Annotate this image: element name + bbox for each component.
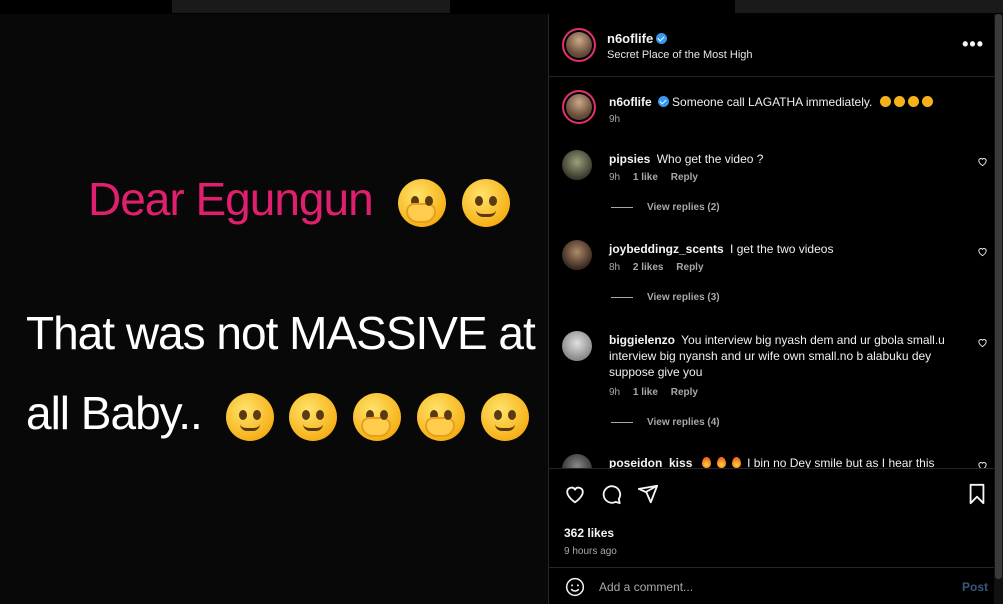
hand-over-mouth-emoji: [353, 392, 402, 441]
post-line-1: Dear Egungun: [88, 173, 374, 225]
author-subtitle[interactable]: Secret Place of the Most High: [607, 49, 753, 61]
view-replies-button[interactable]: View replies (4): [611, 417, 720, 428]
verified-badge-icon: [657, 96, 669, 107]
comment-time: 8h: [609, 262, 621, 273]
emoji-picker-icon[interactable]: [565, 577, 585, 597]
comment-body: poseidon_kiss I bin no Dey smile but as …: [609, 455, 954, 468]
caption-text: Someone call LAGATHA immediately.: [672, 95, 873, 109]
top-strip-segment: [735, 0, 1003, 13]
like-heart-icon[interactable]: [977, 460, 988, 468]
reply-button[interactable]: Reply: [671, 387, 698, 398]
eye-roll-emoji: [225, 392, 274, 441]
caption-meta: 9h: [609, 114, 630, 125]
more-options-button[interactable]: •••: [962, 34, 984, 55]
share-icon[interactable]: [637, 483, 659, 505]
comment-username[interactable]: joybeddingz_scents: [609, 242, 724, 256]
comment-icon[interactable]: [600, 483, 622, 505]
caption-body: n6oflife Someone call LAGATHA immediatel…: [609, 94, 954, 110]
commenter-avatar[interactable]: [562, 331, 592, 361]
comment-username[interactable]: poseidon_kiss: [609, 456, 692, 468]
fire-emoji: [701, 457, 711, 468]
flushed-face-emoji: [289, 392, 338, 441]
author-avatar[interactable]: [562, 90, 596, 124]
post-line-3: all Baby..: [26, 387, 203, 439]
comment-likes[interactable]: 1 like: [633, 172, 658, 183]
fire-emoji: [716, 457, 726, 468]
comment-time: 9h: [609, 172, 621, 183]
bookmark-icon[interactable]: [966, 483, 988, 505]
comment-text: I get the two videos: [730, 242, 834, 256]
view-replies-button[interactable]: View replies (3): [611, 292, 720, 303]
view-replies-button[interactable]: View replies (2): [611, 202, 720, 213]
comment-body: pipsies Who get the video ?: [609, 151, 954, 167]
comment-body: biggielenzo You interview big nyash dem …: [609, 332, 954, 380]
reply-button[interactable]: Reply: [671, 172, 698, 183]
top-strip-segment: [172, 0, 450, 13]
scrollbar[interactable]: [994, 14, 1003, 604]
commenter-avatar[interactable]: [562, 150, 592, 180]
post-text-line: all Baby..: [26, 386, 529, 441]
browser-top-strip: [0, 0, 1003, 14]
post-header: n6oflife Secret Place of the Most High •…: [549, 14, 1003, 77]
caption-username[interactable]: n6oflife: [609, 95, 652, 109]
author-avatar[interactable]: [562, 28, 596, 62]
comment-body: joybeddingz_scents I get the two videos: [609, 241, 954, 257]
comment-likes[interactable]: 1 like: [633, 387, 658, 398]
post-text-line: Dear Egungun: [88, 172, 511, 227]
like-heart-icon[interactable]: [977, 246, 988, 257]
comment-username[interactable]: biggielenzo: [609, 333, 675, 347]
scrollbar-thumb[interactable]: [995, 14, 1002, 579]
post-side-panel: n6oflife Secret Place of the Most High •…: [548, 14, 1003, 604]
post-actions: 362 likes 9 hours ago Add a comment... P…: [549, 468, 1003, 604]
like-heart-icon[interactable]: [564, 483, 586, 505]
commenter-avatar[interactable]: [562, 240, 592, 270]
add-comment-bar: Add a comment... Post: [549, 567, 1003, 604]
post-line-2: That was not MASSIVE at: [26, 307, 536, 359]
comment-text: Who get the video ?: [656, 152, 764, 166]
smiling-face-emoji: [921, 96, 933, 107]
post-comment-button[interactable]: Post: [962, 580, 988, 594]
post-time: 9 hours ago: [564, 546, 617, 557]
like-heart-icon[interactable]: [977, 337, 988, 348]
star-struck-emoji: [879, 96, 891, 107]
see-no-evil-face-emoji: [416, 392, 465, 441]
caption-time: 9h: [609, 114, 621, 125]
star-struck-emoji: [893, 96, 905, 107]
comment-meta: 9h 1 like Reply: [609, 172, 708, 183]
post-media[interactable]: Dear Egungun That was not MASSIVE at all…: [0, 14, 548, 604]
hand-over-mouth-emoji: [398, 178, 447, 227]
verified-badge-icon: [656, 33, 668, 44]
comment-time: 9h: [609, 387, 621, 398]
comments-list[interactable]: n6oflife Someone call LAGATHA immediatel…: [549, 78, 1003, 468]
weary-face-emoji: [462, 178, 511, 227]
comment-text: I bin no Dey smile but as I hear this: [747, 456, 935, 468]
fire-emoji: [731, 457, 741, 468]
commenter-avatar[interactable]: [562, 454, 592, 468]
reply-button[interactable]: Reply: [676, 262, 703, 273]
comment-username[interactable]: pipsies: [609, 152, 650, 166]
weary-face-emoji: [480, 392, 529, 441]
comment-likes[interactable]: 2 likes: [633, 262, 664, 273]
like-heart-icon[interactable]: [977, 156, 988, 167]
author-username[interactable]: n6oflife: [607, 31, 668, 46]
comment-input[interactable]: Add a comment...: [599, 580, 693, 594]
likes-count[interactable]: 362 likes: [564, 526, 614, 540]
hand-over-mouth-emoji: [907, 96, 919, 107]
comment-meta: 8h 2 likes Reply: [609, 262, 714, 273]
comment-meta: 9h 1 like Reply: [609, 387, 708, 398]
